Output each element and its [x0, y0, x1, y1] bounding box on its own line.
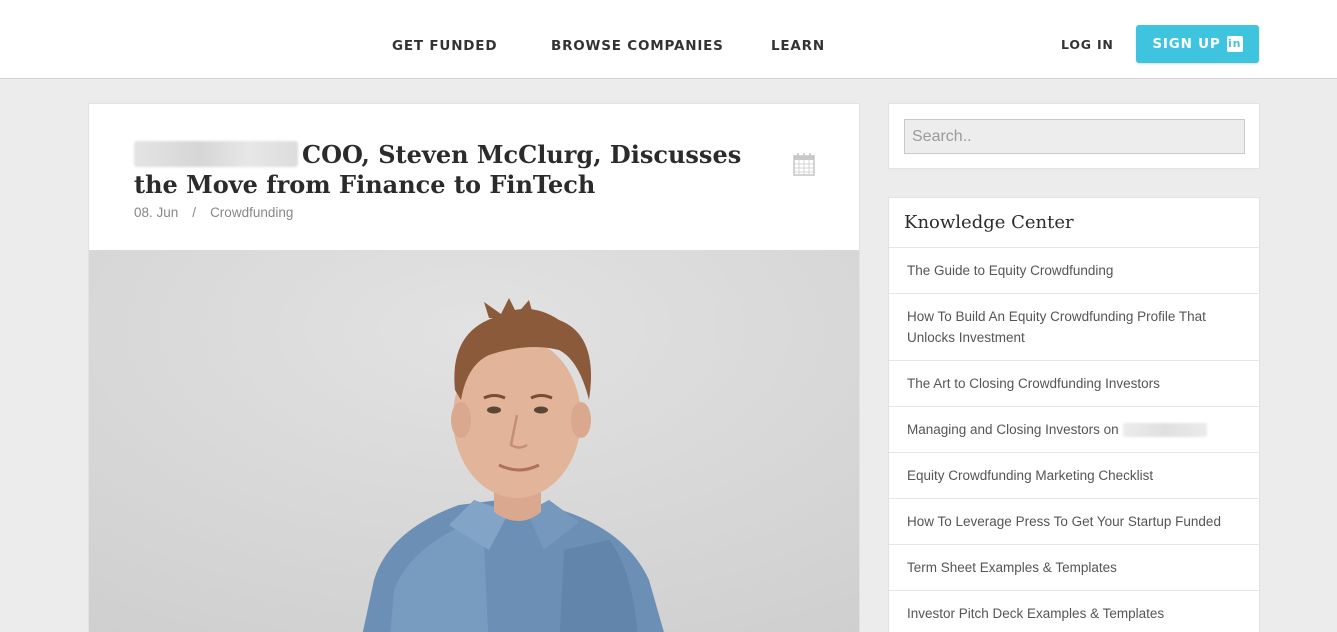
login-link[interactable]: LOG IN	[1061, 37, 1114, 52]
kc-item-build-profile[interactable]: How To Build An Equity Crowdfunding Prof…	[889, 293, 1259, 360]
knowledge-center-panel: Knowledge Center The Guide to Equity Cro…	[888, 197, 1260, 632]
knowledge-center-title: Knowledge Center	[904, 212, 1074, 233]
kc-item-guide-equity-crowdfunding[interactable]: The Guide to Equity Crowdfunding	[889, 247, 1259, 293]
meta-separator: /	[192, 205, 197, 220]
article-category-link[interactable]: Crowdfunding	[210, 205, 293, 220]
redacted-brand-name	[1122, 422, 1207, 437]
signup-label: SIGN UP	[1152, 36, 1221, 52]
calendar-icon	[793, 153, 815, 176]
portrait-illustration	[89, 250, 859, 632]
kc-item-pitch-deck[interactable]: Investor Pitch Deck Examples & Templates	[889, 590, 1259, 632]
nav-get-funded[interactable]: GET FUNDED	[392, 38, 497, 54]
nav-learn[interactable]: LEARN	[771, 38, 825, 54]
article-meta: 08. Jun / Crowdfunding	[134, 205, 293, 220]
kc-item-managing-investors[interactable]: Managing and Closing Investors on	[889, 406, 1259, 452]
article-date: 08. Jun	[134, 205, 179, 220]
nav-browse-companies[interactable]: BROWSE COMPANIES	[551, 38, 724, 54]
article-hero-photo	[89, 250, 859, 632]
article-card: COO, Steven McClurg, Discusses the Move …	[88, 103, 860, 632]
kc-item-term-sheet[interactable]: Term Sheet Examples & Templates	[889, 544, 1259, 590]
knowledge-center-list: The Guide to Equity Crowdfunding How To …	[889, 247, 1259, 632]
kc-item-leverage-press[interactable]: How To Leverage Press To Get Your Startu…	[889, 498, 1259, 544]
article-title[interactable]: COO, Steven McClurg, Discusses the Move …	[134, 140, 774, 200]
linkedin-icon: in	[1226, 36, 1243, 52]
signup-button[interactable]: SIGN UP in	[1136, 25, 1259, 63]
sidebar-search-panel	[888, 103, 1260, 169]
search-input[interactable]	[904, 119, 1245, 154]
kc-item-marketing-checklist[interactable]: Equity Crowdfunding Marketing Checklist	[889, 452, 1259, 498]
top-navigation-bar: GET FUNDED BROWSE COMPANIES LEARN LOG IN…	[0, 0, 1337, 79]
redacted-brand-name	[134, 141, 298, 167]
kc-item-closing-investors[interactable]: The Art to Closing Crowdfunding Investor…	[889, 360, 1259, 406]
